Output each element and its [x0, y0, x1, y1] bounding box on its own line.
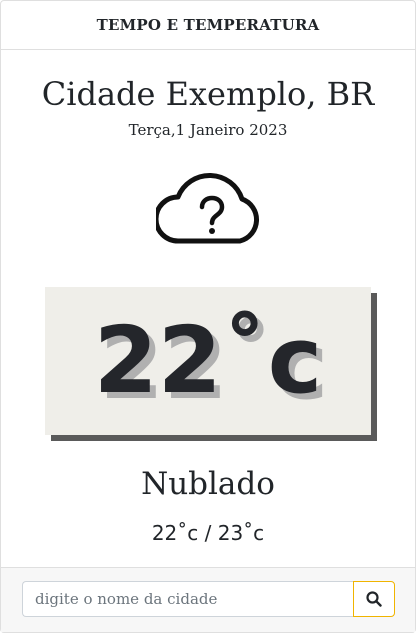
min-max-temperature: 22˚c / 23˚c: [151, 521, 265, 545]
card-header: TEMPO E TEMPERATURA: [1, 1, 415, 50]
current-date: Terça,1 Janeiro 2023: [128, 121, 288, 139]
card-footer: [1, 567, 415, 632]
temperature-panel: 22˚c: [45, 287, 371, 435]
search-icon: [366, 591, 382, 607]
current-temperature: 22˚c: [93, 307, 323, 414]
header-title: TEMPO E TEMPERATURA: [96, 16, 320, 34]
cloud-question-icon: [156, 172, 260, 244]
search-button[interactable]: [353, 581, 395, 617]
weather-card: TEMPO E TEMPERATURA Cidade Exemplo, BR T…: [0, 0, 416, 633]
city-name: Cidade Exemplo, BR: [41, 75, 375, 113]
city-search-input[interactable]: [22, 581, 353, 617]
weather-condition: Nublado: [141, 466, 275, 502]
